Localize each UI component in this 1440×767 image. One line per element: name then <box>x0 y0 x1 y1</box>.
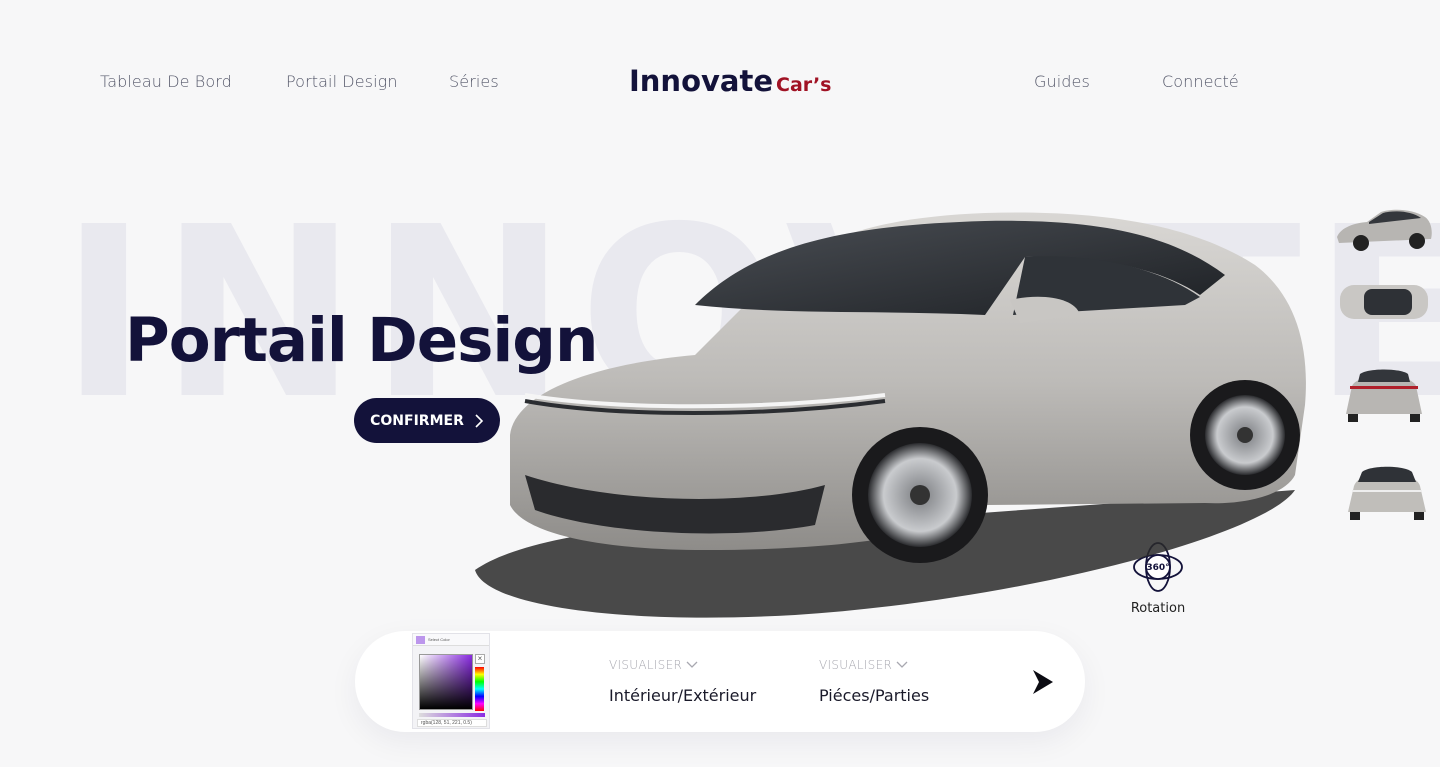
thumbnail-car-side-icon[interactable] <box>1333 203 1435 255</box>
logo-main-text: Innovate <box>629 64 774 98</box>
pieces-parties-option[interactable]: Piéces/Parties <box>819 686 929 705</box>
car-main-image <box>475 212 1306 618</box>
page-title: Portail Design <box>125 305 598 376</box>
next-arrow-icon[interactable] <box>1031 669 1055 695</box>
nav-link-connecte[interactable]: Connecté <box>1162 72 1239 91</box>
nav-link-guides[interactable]: Guides <box>1034 72 1090 91</box>
thumbnail-car-front-icon[interactable] <box>1346 462 1428 522</box>
confirm-button[interactable]: CONFIRMER <box>354 398 500 443</box>
alpha-slider[interactable] <box>419 713 485 717</box>
visualiser-label: VISUALISER <box>819 658 893 672</box>
color-picker-header: Select Color <box>413 634 489 646</box>
thumbnail-car-top-icon[interactable] <box>1338 282 1430 322</box>
close-icon[interactable]: × <box>475 654 485 664</box>
nav-link-series[interactable]: Séries <box>449 72 499 91</box>
color-saturation-area[interactable] <box>419 654 473 710</box>
color-swatch[interactable] <box>416 635 425 644</box>
visualiser-dropdown-1[interactable]: VISUALISER <box>609 658 698 672</box>
site-logo[interactable]: Innovate Car’s <box>629 64 831 98</box>
color-picker[interactable]: Select Color × rgba(128, 51, 221, 0.5) <box>412 633 490 729</box>
bottom-control-bar: Select Color × rgba(128, 51, 221, 0.5) V… <box>355 631 1085 732</box>
hue-slider[interactable] <box>475 667 484 711</box>
color-picker-title: Select Color <box>428 637 450 642</box>
nav-link-portail-design[interactable]: Portail Design <box>286 72 398 91</box>
thumbnail-car-rear-icon[interactable] <box>1344 364 1424 424</box>
logo-accent-text: Car’s <box>776 74 832 96</box>
nav-link-tableau-de-bord[interactable]: Tableau De Bord <box>100 72 232 91</box>
color-value-field[interactable]: rgba(128, 51, 221, 0.5) <box>417 719 487 727</box>
chevron-down-icon <box>686 661 698 668</box>
interior-exterior-option[interactable]: Intérieur/Extérieur <box>609 686 756 705</box>
visualiser-dropdown-2[interactable]: VISUALISER <box>819 658 908 672</box>
confirm-button-label: CONFIRMER <box>370 412 464 429</box>
chevron-down-icon <box>896 661 908 668</box>
visualiser-label: VISUALISER <box>609 658 683 672</box>
chevron-right-icon <box>475 413 483 428</box>
